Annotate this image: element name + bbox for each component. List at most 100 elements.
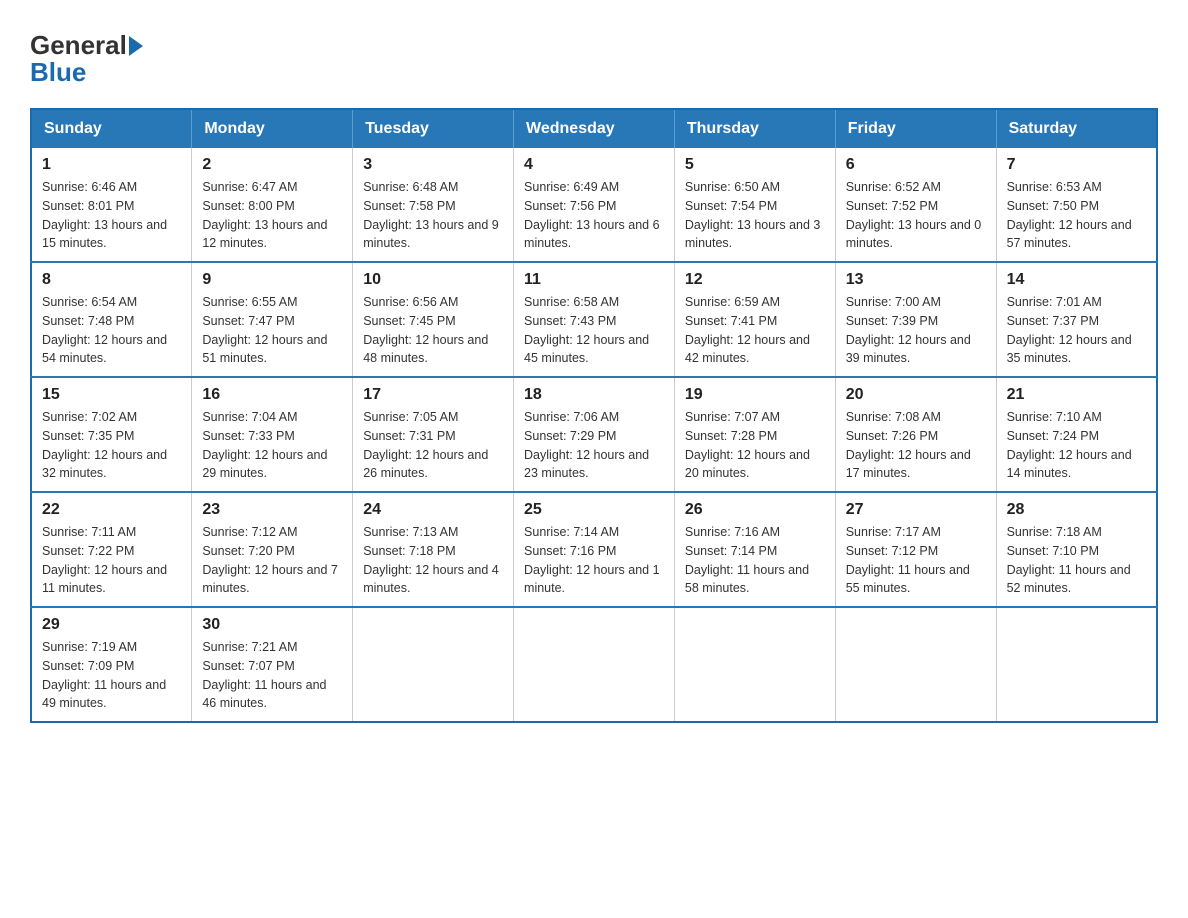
- logo: General Blue: [30, 30, 143, 88]
- day-number: 21: [1007, 386, 1146, 404]
- calendar-cell: 7 Sunrise: 6:53 AM Sunset: 7:50 PM Dayli…: [996, 148, 1157, 262]
- calendar-cell: 26 Sunrise: 7:16 AM Sunset: 7:14 PM Dayl…: [674, 492, 835, 607]
- day-number: 1: [42, 156, 181, 174]
- day-info: Sunrise: 6:50 AM Sunset: 7:54 PM Dayligh…: [685, 178, 825, 253]
- calendar-cell: 19 Sunrise: 7:07 AM Sunset: 7:28 PM Dayl…: [674, 377, 835, 492]
- weekday-header-thursday: Thursday: [674, 109, 835, 148]
- calendar-week-row: 8 Sunrise: 6:54 AM Sunset: 7:48 PM Dayli…: [31, 262, 1157, 377]
- day-info: Sunrise: 7:00 AM Sunset: 7:39 PM Dayligh…: [846, 293, 986, 368]
- day-info: Sunrise: 6:48 AM Sunset: 7:58 PM Dayligh…: [363, 178, 503, 253]
- calendar-cell: 4 Sunrise: 6:49 AM Sunset: 7:56 PM Dayli…: [514, 148, 675, 262]
- calendar-cell: 10 Sunrise: 6:56 AM Sunset: 7:45 PM Dayl…: [353, 262, 514, 377]
- day-number: 15: [42, 386, 181, 404]
- day-number: 29: [42, 616, 181, 634]
- day-number: 2: [202, 156, 342, 174]
- calendar-cell: 27 Sunrise: 7:17 AM Sunset: 7:12 PM Dayl…: [835, 492, 996, 607]
- day-info: Sunrise: 7:02 AM Sunset: 7:35 PM Dayligh…: [42, 408, 181, 483]
- day-info: Sunrise: 6:55 AM Sunset: 7:47 PM Dayligh…: [202, 293, 342, 368]
- day-number: 22: [42, 501, 181, 519]
- calendar-cell: 29 Sunrise: 7:19 AM Sunset: 7:09 PM Dayl…: [31, 607, 192, 722]
- day-info: Sunrise: 7:05 AM Sunset: 7:31 PM Dayligh…: [363, 408, 503, 483]
- day-number: 9: [202, 271, 342, 289]
- calendar-cell: 30 Sunrise: 7:21 AM Sunset: 7:07 PM Dayl…: [192, 607, 353, 722]
- day-info: Sunrise: 7:13 AM Sunset: 7:18 PM Dayligh…: [363, 523, 503, 598]
- weekday-header-monday: Monday: [192, 109, 353, 148]
- calendar-cell: 22 Sunrise: 7:11 AM Sunset: 7:22 PM Dayl…: [31, 492, 192, 607]
- day-number: 6: [846, 156, 986, 174]
- calendar-table: SundayMondayTuesdayWednesdayThursdayFrid…: [30, 108, 1158, 723]
- day-number: 30: [202, 616, 342, 634]
- day-info: Sunrise: 7:10 AM Sunset: 7:24 PM Dayligh…: [1007, 408, 1146, 483]
- day-number: 18: [524, 386, 664, 404]
- day-number: 5: [685, 156, 825, 174]
- day-number: 13: [846, 271, 986, 289]
- day-number: 10: [363, 271, 503, 289]
- calendar-week-row: 22 Sunrise: 7:11 AM Sunset: 7:22 PM Dayl…: [31, 492, 1157, 607]
- day-info: Sunrise: 7:08 AM Sunset: 7:26 PM Dayligh…: [846, 408, 986, 483]
- day-info: Sunrise: 7:17 AM Sunset: 7:12 PM Dayligh…: [846, 523, 986, 598]
- day-info: Sunrise: 7:04 AM Sunset: 7:33 PM Dayligh…: [202, 408, 342, 483]
- calendar-cell: 9 Sunrise: 6:55 AM Sunset: 7:47 PM Dayli…: [192, 262, 353, 377]
- calendar-cell: 11 Sunrise: 6:58 AM Sunset: 7:43 PM Dayl…: [514, 262, 675, 377]
- day-number: 11: [524, 271, 664, 289]
- day-number: 4: [524, 156, 664, 174]
- day-info: Sunrise: 6:53 AM Sunset: 7:50 PM Dayligh…: [1007, 178, 1146, 253]
- day-number: 3: [363, 156, 503, 174]
- day-info: Sunrise: 7:18 AM Sunset: 7:10 PM Dayligh…: [1007, 523, 1146, 598]
- day-number: 27: [846, 501, 986, 519]
- calendar-cell: 24 Sunrise: 7:13 AM Sunset: 7:18 PM Dayl…: [353, 492, 514, 607]
- day-info: Sunrise: 6:56 AM Sunset: 7:45 PM Dayligh…: [363, 293, 503, 368]
- day-info: Sunrise: 7:14 AM Sunset: 7:16 PM Dayligh…: [524, 523, 664, 598]
- day-info: Sunrise: 7:07 AM Sunset: 7:28 PM Dayligh…: [685, 408, 825, 483]
- calendar-header-row: SundayMondayTuesdayWednesdayThursdayFrid…: [31, 109, 1157, 148]
- calendar-cell: 23 Sunrise: 7:12 AM Sunset: 7:20 PM Dayl…: [192, 492, 353, 607]
- day-number: 20: [846, 386, 986, 404]
- calendar-cell: 15 Sunrise: 7:02 AM Sunset: 7:35 PM Dayl…: [31, 377, 192, 492]
- calendar-cell: 20 Sunrise: 7:08 AM Sunset: 7:26 PM Dayl…: [835, 377, 996, 492]
- day-number: 28: [1007, 501, 1146, 519]
- day-number: 19: [685, 386, 825, 404]
- calendar-cell: 1 Sunrise: 6:46 AM Sunset: 8:01 PM Dayli…: [31, 148, 192, 262]
- calendar-cell: [674, 607, 835, 722]
- calendar-cell: 13 Sunrise: 7:00 AM Sunset: 7:39 PM Dayl…: [835, 262, 996, 377]
- calendar-cell: 12 Sunrise: 6:59 AM Sunset: 7:41 PM Dayl…: [674, 262, 835, 377]
- weekday-header-sunday: Sunday: [31, 109, 192, 148]
- day-info: Sunrise: 6:47 AM Sunset: 8:00 PM Dayligh…: [202, 178, 342, 253]
- day-info: Sunrise: 6:59 AM Sunset: 7:41 PM Dayligh…: [685, 293, 825, 368]
- logo-general-text: General: [30, 30, 143, 60]
- day-info: Sunrise: 6:54 AM Sunset: 7:48 PM Dayligh…: [42, 293, 181, 368]
- day-number: 23: [202, 501, 342, 519]
- logo-arrow-icon: [129, 36, 143, 56]
- calendar-cell: 2 Sunrise: 6:47 AM Sunset: 8:00 PM Dayli…: [192, 148, 353, 262]
- calendar-cell: [514, 607, 675, 722]
- calendar-cell: 17 Sunrise: 7:05 AM Sunset: 7:31 PM Dayl…: [353, 377, 514, 492]
- calendar-cell: [996, 607, 1157, 722]
- calendar-cell: 21 Sunrise: 7:10 AM Sunset: 7:24 PM Dayl…: [996, 377, 1157, 492]
- calendar-week-row: 1 Sunrise: 6:46 AM Sunset: 8:01 PM Dayli…: [31, 148, 1157, 262]
- day-info: Sunrise: 7:21 AM Sunset: 7:07 PM Dayligh…: [202, 638, 342, 713]
- calendar-cell: 16 Sunrise: 7:04 AM Sunset: 7:33 PM Dayl…: [192, 377, 353, 492]
- day-number: 7: [1007, 156, 1146, 174]
- calendar-cell: 8 Sunrise: 6:54 AM Sunset: 7:48 PM Dayli…: [31, 262, 192, 377]
- day-info: Sunrise: 6:52 AM Sunset: 7:52 PM Dayligh…: [846, 178, 986, 253]
- day-info: Sunrise: 6:49 AM Sunset: 7:56 PM Dayligh…: [524, 178, 664, 253]
- day-info: Sunrise: 7:01 AM Sunset: 7:37 PM Dayligh…: [1007, 293, 1146, 368]
- day-number: 14: [1007, 271, 1146, 289]
- day-number: 26: [685, 501, 825, 519]
- calendar-cell: 3 Sunrise: 6:48 AM Sunset: 7:58 PM Dayli…: [353, 148, 514, 262]
- day-number: 17: [363, 386, 503, 404]
- day-number: 12: [685, 271, 825, 289]
- calendar-cell: [835, 607, 996, 722]
- logo-blue-text: Blue: [30, 57, 143, 88]
- day-info: Sunrise: 7:06 AM Sunset: 7:29 PM Dayligh…: [524, 408, 664, 483]
- calendar-cell: 28 Sunrise: 7:18 AM Sunset: 7:10 PM Dayl…: [996, 492, 1157, 607]
- day-info: Sunrise: 7:19 AM Sunset: 7:09 PM Dayligh…: [42, 638, 181, 713]
- calendar-cell: 14 Sunrise: 7:01 AM Sunset: 7:37 PM Dayl…: [996, 262, 1157, 377]
- day-number: 16: [202, 386, 342, 404]
- calendar-cell: 5 Sunrise: 6:50 AM Sunset: 7:54 PM Dayli…: [674, 148, 835, 262]
- day-info: Sunrise: 7:11 AM Sunset: 7:22 PM Dayligh…: [42, 523, 181, 598]
- page-header: General Blue: [30, 30, 1158, 88]
- weekday-header-saturday: Saturday: [996, 109, 1157, 148]
- day-number: 25: [524, 501, 664, 519]
- calendar-cell: 25 Sunrise: 7:14 AM Sunset: 7:16 PM Dayl…: [514, 492, 675, 607]
